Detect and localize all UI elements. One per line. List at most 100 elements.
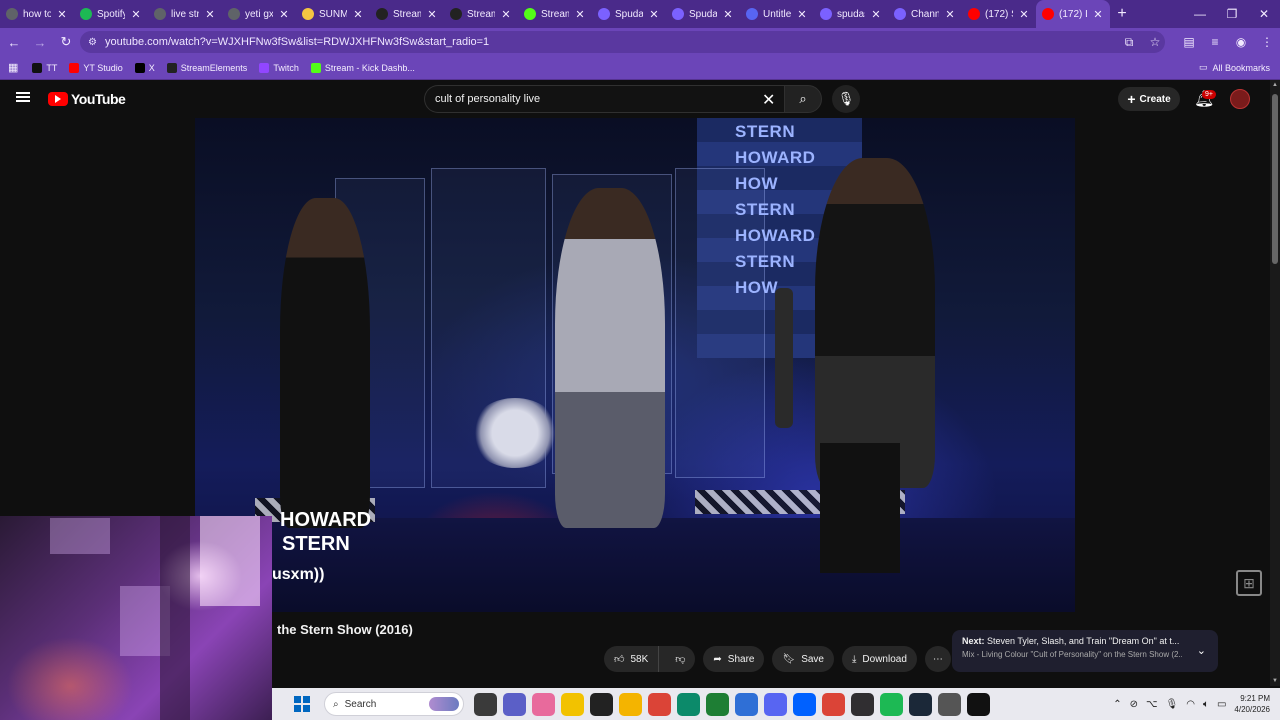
dropbox-icon[interactable] <box>793 692 816 716</box>
notification-app-icon[interactable] <box>561 692 584 716</box>
browser-tab[interactable]: Stream ✕ <box>518 0 592 28</box>
tab-close-icon[interactable]: ✕ <box>648 8 660 21</box>
download-button[interactable]: ⤓ Download <box>841 646 917 672</box>
browser-tab[interactable]: yeti gx ✕ <box>222 0 296 28</box>
browser-tab[interactable]: (172) S ✕ <box>962 0 1036 28</box>
account-avatar[interactable] <box>1230 89 1250 109</box>
file-explorer-icon[interactable] <box>474 692 497 716</box>
restore-icon[interactable]: ❐ <box>1216 0 1248 28</box>
discord-icon[interactable] <box>764 692 787 716</box>
scrollbar-thumb[interactable] <box>1272 94 1278 264</box>
tab-close-icon[interactable]: ✕ <box>278 8 290 21</box>
browser-tab[interactable]: Channe ✕ <box>888 0 962 28</box>
youtube-logo[interactable]: YouTube <box>48 91 126 107</box>
bookmark-item[interactable]: StreamElements <box>166 62 247 73</box>
wifi-icon[interactable]: ◠ <box>1186 699 1195 710</box>
tab-close-icon[interactable]: ✕ <box>870 8 882 21</box>
tab-close-icon[interactable]: ✕ <box>944 8 956 21</box>
voice-search-button[interactable]: 🎙 <box>832 85 860 113</box>
browser-tab[interactable]: Spudas ✕ <box>592 0 666 28</box>
bookmark-item[interactable]: Stream - Kick Dashb... <box>310 62 415 73</box>
obs-icon[interactable] <box>851 692 874 716</box>
bookmark-item[interactable]: YT Studio <box>69 62 123 73</box>
browser-menu-icon[interactable]: ⋮ <box>1254 35 1280 49</box>
clock[interactable]: 9:21 PM 4/20/2026 <box>1234 693 1270 715</box>
scroll-up-icon[interactable]: ▲ <box>1270 82 1280 88</box>
save-button[interactable]: 🔖︎ Save <box>772 646 834 672</box>
share-button[interactable]: ➦ Share <box>703 646 765 672</box>
more-actions-button[interactable]: ⋯ <box>924 646 951 672</box>
teams-icon[interactable] <box>503 692 526 716</box>
folder-icon[interactable] <box>619 692 642 716</box>
browser-tab[interactable]: Spudas ✕ <box>666 0 740 28</box>
browser-tab[interactable]: (172) Li ✕ <box>1036 0 1110 28</box>
browser-tab[interactable]: live stre ✕ <box>148 0 222 28</box>
page-scrollbar[interactable]: ▲ ▼ <box>1270 80 1280 686</box>
spotify-icon[interactable] <box>880 692 903 716</box>
dislike-button[interactable]: 👎︎ <box>665 646 695 672</box>
tab-close-icon[interactable]: ✕ <box>56 8 68 21</box>
bookmark-item[interactable]: Twitch <box>259 62 299 73</box>
channel-watermark-icon[interactable]: ⊞ <box>1236 570 1262 596</box>
back-icon[interactable]: ← <box>2 30 26 54</box>
tab-close-icon[interactable]: ✕ <box>1018 8 1030 21</box>
tab-close-icon[interactable]: ✕ <box>500 8 512 21</box>
tray-app-icon[interactable]: ⊘ <box>1130 699 1138 710</box>
tab-close-icon[interactable]: ✕ <box>796 8 808 21</box>
browser-tab[interactable]: Untitled ✕ <box>740 0 814 28</box>
hamburger-menu-icon[interactable] <box>16 90 32 106</box>
browser-tab[interactable]: how to ✕ <box>0 0 74 28</box>
search-input[interactable] <box>435 93 755 105</box>
search-button[interactable]: ⌕ <box>784 85 822 113</box>
all-bookmarks[interactable]: ▭ All Bookmarks <box>1199 62 1270 73</box>
mail-icon[interactable] <box>735 692 758 716</box>
steam-icon[interactable] <box>909 692 932 716</box>
reload-icon[interactable]: ↻ <box>54 30 78 54</box>
bookmark-item[interactable]: TT <box>32 62 57 73</box>
close-window-icon[interactable]: ✕ <box>1248 0 1280 28</box>
reading-mode-icon[interactable]: ▤ <box>1176 35 1202 49</box>
scroll-down-icon[interactable]: ▼ <box>1270 678 1280 684</box>
spreadsheet-icon[interactable] <box>706 692 729 716</box>
new-tab-icon[interactable]: + <box>1110 5 1134 23</box>
chrome-icon[interactable] <box>648 692 671 716</box>
edge-icon[interactable] <box>677 692 700 716</box>
settings-icon[interactable] <box>938 692 961 716</box>
create-button[interactable]: + Create <box>1118 87 1180 111</box>
install-icon[interactable]: ⧉ <box>1116 35 1142 50</box>
tab-close-icon[interactable]: ✕ <box>204 8 216 21</box>
clear-search-icon[interactable]: ✕ <box>762 90 775 110</box>
tab-close-icon[interactable]: ✕ <box>130 8 142 21</box>
volume-icon[interactable]: 🔈︎ <box>1203 699 1209 710</box>
media-control-icon[interactable]: ≡ <box>1202 35 1228 49</box>
forward-icon[interactable]: → <box>28 30 52 54</box>
battery-icon[interactable]: ▭ <box>1217 699 1226 710</box>
chrome-2-icon[interactable] <box>822 692 845 716</box>
chevron-down-icon[interactable]: ⌄ <box>1197 644 1206 657</box>
alien-app-icon[interactable] <box>590 692 613 716</box>
profile-icon[interactable]: ◉ <box>1228 35 1254 49</box>
bookmark-star-icon[interactable]: ☆ <box>1142 35 1168 49</box>
minimize-icon[interactable]: — <box>1184 0 1216 28</box>
microphone-icon[interactable]: 🎙︎ <box>1166 699 1179 710</box>
tab-close-icon[interactable]: ✕ <box>426 8 438 21</box>
browser-tab[interactable]: spudas ✕ <box>814 0 888 28</box>
bookmark-item[interactable]: X <box>134 62 155 73</box>
next-video-card[interactable]: Next: Steven Tyler, Slash, and Train "Dr… <box>952 630 1218 672</box>
tab-close-icon[interactable]: ✕ <box>722 8 734 21</box>
apps-grid-icon[interactable]: ▦ <box>8 61 18 74</box>
usb-icon[interactable]: ⌥ <box>1146 699 1158 710</box>
browser-tab[interactable]: SUNMO ✕ <box>296 0 370 28</box>
windows-start-icon[interactable] <box>294 696 310 712</box>
address-bar[interactable]: ⚙ youtube.com/watch?v=WJXHFNw3fSw&list=R… <box>80 31 1165 53</box>
browser-tab[interactable]: Stream ✕ <box>444 0 518 28</box>
taskbar-search[interactable]: ⌕ Search <box>324 692 464 716</box>
site-info-icon[interactable]: ⚙ <box>88 37 97 48</box>
browser-tab[interactable]: Stream ✕ <box>370 0 444 28</box>
tab-close-icon[interactable]: ✕ <box>574 8 586 21</box>
browser-tab[interactable]: Spotify ✕ <box>74 0 148 28</box>
chevron-up-icon[interactable]: ⌃ <box>1113 699 1121 710</box>
tab-close-icon[interactable]: ✕ <box>1092 8 1104 21</box>
copilot-icon[interactable] <box>532 692 555 716</box>
tab-close-icon[interactable]: ✕ <box>352 8 364 21</box>
